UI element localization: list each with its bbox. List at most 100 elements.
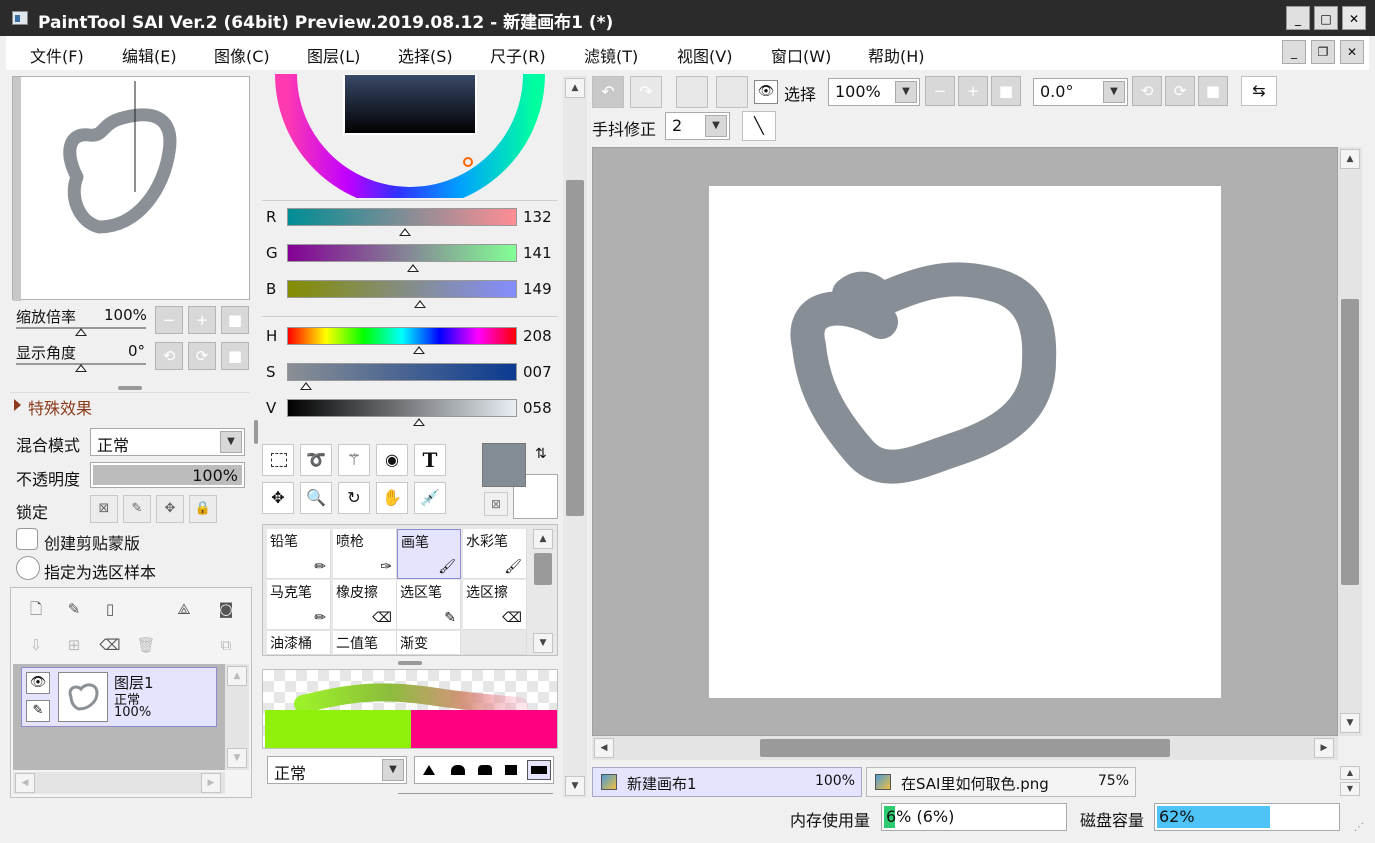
g-value[interactable]: 141 [523,244,552,262]
r-slider[interactable] [287,208,517,226]
h-value[interactable]: 208 [523,327,552,345]
brush-marker[interactable]: 马克笔 ✏ [267,580,331,630]
canvas-vscrollbar[interactable]: ▲ ▼ [1338,147,1362,736]
magic-wand-icon[interactable]: ⚚ [338,444,370,476]
canvas-rotate-left-button[interactable]: ⟲ [1132,76,1162,106]
new-vector-layer-icon[interactable]: ✎ [63,598,85,620]
minimize-button[interactable]: _ [1286,6,1310,30]
brush-eraser[interactable]: 橡皮擦 ⌫ [333,580,397,630]
menu-file[interactable]: 文件(F) [30,43,84,67]
resize-grip-icon[interactable]: ⋰ [1354,822,1364,833]
v-slider-handle[interactable] [413,418,425,426]
b-value[interactable]: 149 [523,280,552,298]
scroll-up-icon[interactable]: ▲ [533,529,553,549]
brush-gradient[interactable]: 渐变 [397,631,461,655]
tab-scroll-down-icon[interactable]: ▼ [1340,782,1360,796]
layer-effect-icon[interactable]: ⟁ [173,598,195,620]
redo-button[interactable]: ↷ [630,76,662,108]
canvas-zoom-reset-button[interactable]: ■ [991,76,1021,106]
clipping-mask-checkbox[interactable] [16,528,38,550]
scroll-thumb[interactable] [760,739,1170,757]
angle-slider-handle[interactable] [75,364,87,372]
brush-empty-slot[interactable] [463,631,527,655]
text-tool-icon[interactable]: T [414,444,446,476]
color-mix-palette[interactable] [262,669,558,749]
shape-tool-icon[interactable]: ◉ [376,444,408,476]
brush-shape-flat-icon[interactable] [527,760,551,780]
scroll-up-icon[interactable]: ▲ [565,78,585,98]
r-slider-handle[interactable] [399,228,411,236]
mdi-restore-button[interactable]: ❐ [1311,40,1335,64]
move-tool-icon[interactable]: ✥ [262,482,294,514]
rotate-tool-icon[interactable]: ↻ [338,482,370,514]
brush-shape-square-icon[interactable] [505,765,517,775]
menu-filter[interactable]: 滤镜(T) [584,43,638,67]
brush-scrollbar[interactable]: ▲ ▼ [531,527,555,653]
new-folder-icon[interactable]: ▯ [99,598,121,620]
visibility-eye-icon[interactable]: 👁 [26,672,50,694]
scroll-up-icon[interactable]: ▲ [1340,149,1360,169]
menu-view[interactable]: 视图(V) [677,43,732,67]
g-slider-handle[interactable] [407,264,419,272]
canvas-document[interactable] [709,186,1221,698]
scroll-down-icon[interactable]: ▼ [533,633,553,653]
layer-mask-icon[interactable]: ◙ [215,598,237,620]
zoom-in-button[interactable]: + [188,306,216,334]
zoom-slider-handle[interactable] [75,328,87,336]
color-wheel[interactable] [262,74,558,198]
mdi-minimize-button[interactable]: _ [1282,40,1306,64]
document-tab[interactable]: 在SAI里如何取色.png 75% [866,767,1136,797]
canvas-rotate-right-button[interactable]: ⟳ [1165,76,1195,106]
flip-horizontal-icon[interactable]: ⇆ [1241,76,1277,106]
selection-visibility-icon[interactable]: 👁 [754,80,778,104]
rotate-right-button[interactable]: ⟳ [188,342,216,370]
eyedropper-icon[interactable]: 💉 [414,482,446,514]
canvas-zoom-out-button[interactable]: − [925,76,955,106]
lock-all-icon[interactable]: 🔒 [189,495,217,523]
brush-bucket[interactable]: 油漆桶 [267,631,331,655]
navigator-preview[interactable] [12,76,250,301]
menu-select[interactable]: 选择(S) [398,43,453,67]
tab-scroll-up-icon[interactable]: ▲ [1340,766,1360,780]
scroll-right-icon[interactable]: ▶ [201,773,221,793]
menu-ruler[interactable]: 尺子(R) [490,43,546,67]
add-layer-icon[interactable]: ⊞ [63,634,85,656]
menu-help[interactable]: 帮助(H) [868,43,925,67]
scroll-left-icon[interactable]: ◀ [15,773,35,793]
scroll-down-icon[interactable]: ▼ [1340,713,1360,733]
scroll-thumb[interactable] [566,180,584,516]
v-value[interactable]: 058 [523,399,552,417]
scroll-down-icon[interactable]: ▼ [227,748,247,768]
rotate-reset-button[interactable]: ■ [221,342,249,370]
panel-splitter[interactable] [398,661,422,665]
brush-airbrush[interactable]: 喷枪 ✑ [333,529,397,579]
merge-down-icon[interactable]: ⇩ [25,634,47,656]
brush-shape-triangle-icon[interactable] [423,765,435,775]
scroll-up-icon[interactable]: ▲ [227,666,247,686]
brush-select-eraser[interactable]: 选区擦 ⌫ [463,580,527,630]
scroll-down-icon[interactable]: ▼ [565,776,585,796]
layer-edit-icon[interactable]: ✎ [26,700,50,722]
zoom-out-button[interactable]: − [155,306,183,334]
lock-move-icon[interactable]: ✥ [156,495,184,523]
brush-brush[interactable]: 画笔 🖌 [397,529,461,579]
invert-selection-button[interactable] [716,76,748,108]
primary-color-swatch[interactable] [482,443,526,487]
h-slider[interactable] [287,327,517,345]
menu-window[interactable]: 窗口(W) [771,43,831,67]
brush-binary[interactable]: 二值笔 [333,631,397,655]
g-slider[interactable] [287,244,517,262]
layer-row[interactable]: 👁 ✎ 图层1 正常 100% [21,667,217,727]
brush-watercolor[interactable]: 水彩笔 🖌 [463,529,527,579]
brush-shape-round-icon[interactable] [478,765,492,775]
mdi-close-button[interactable]: ✕ [1340,40,1364,64]
blend-mode-select[interactable]: 正常 ▼ [90,428,245,456]
zoom-reset-button[interactable]: ■ [221,306,249,334]
scroll-left-icon[interactable]: ◀ [594,738,614,758]
brush-select-pen[interactable]: 选区笔 ✎ [397,580,461,630]
close-button[interactable]: ✕ [1342,6,1366,30]
clear-layer-icon[interactable]: ⌫ [99,634,121,656]
opacity-slider[interactable]: 100% [90,462,245,488]
lasso-icon[interactable]: ➰ [300,444,332,476]
lock-paint-icon[interactable]: ✎ [123,495,151,523]
